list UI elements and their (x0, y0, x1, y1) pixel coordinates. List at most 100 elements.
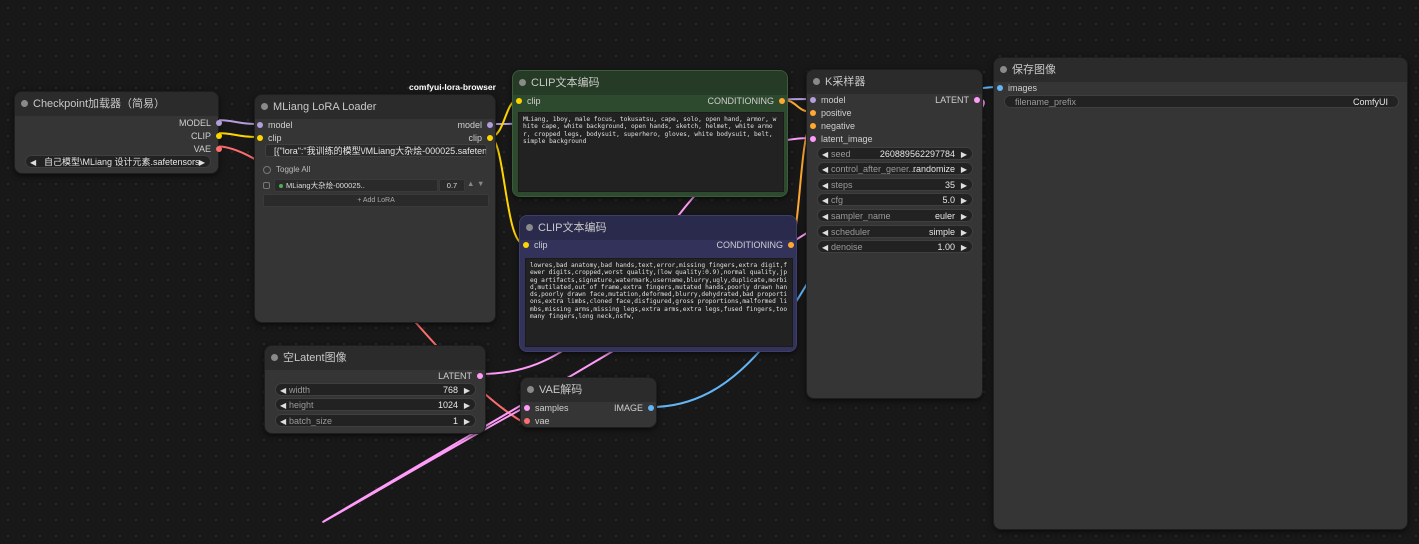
chevron-left-icon[interactable]: ◀ (822, 210, 828, 221)
chevron-right-icon[interactable]: ▶ (199, 156, 205, 167)
chevron-right-icon[interactable]: ▶ (464, 384, 470, 395)
samples-input[interactable]: samples (524, 402, 569, 414)
latent-image-input[interactable]: latent_image (810, 133, 873, 145)
chevron-left-icon[interactable]: ◀ (822, 163, 828, 174)
clip-input[interactable]: clip (516, 95, 541, 107)
images-input[interactable]: images (997, 82, 1037, 94)
height-widget[interactable]: ◀ height 1024 ▶ (275, 398, 476, 411)
input-pin-icon[interactable] (997, 85, 1003, 91)
conditioning-output[interactable]: CONDITIONING (708, 95, 785, 107)
strength-increase-icon[interactable]: ▲ (467, 179, 474, 188)
model-input[interactable]: model (257, 119, 293, 131)
model-output[interactable]: MODEL (179, 117, 222, 129)
output-pin-icon[interactable] (216, 146, 222, 152)
lora-item-row[interactable]: MLiang大杂烩-000025.. 0.7 ▲ ▼ (263, 179, 489, 192)
lora-json-field[interactable]: [{"lora":"我训练的模型\/MLiang大杂烩-000025.safet… (265, 144, 487, 157)
collapse-dot-icon[interactable] (1000, 66, 1007, 73)
steps-widget[interactable]: ◀ steps 35 ▶ (817, 178, 973, 191)
negative-input[interactable]: negative (810, 120, 855, 132)
output-pin-icon[interactable] (477, 373, 483, 379)
model-input[interactable]: model (810, 94, 846, 106)
lora-item-name-field[interactable]: MLiang大杂烩-000025.. (274, 179, 438, 192)
output-pin-icon[interactable] (487, 122, 493, 128)
input-pin-icon[interactable] (523, 242, 529, 248)
lora-loader-node[interactable]: MLiang LoRA Loader model clip model clip… (254, 94, 496, 323)
collapse-dot-icon[interactable] (21, 100, 28, 107)
positive-prompt-textarea[interactable]: MLiang, 1boy, male focus, tokusatsu, cap… (518, 112, 784, 192)
input-pin-icon[interactable] (257, 122, 263, 128)
sampler-name-widget[interactable]: ◀ sampler_name euler ▶ (817, 209, 973, 222)
negative-prompt-textarea[interactable]: lowres,bad anatomy,bad hands,text,error,… (525, 258, 793, 347)
input-pin-icon[interactable] (524, 418, 530, 424)
input-pin-icon[interactable] (810, 123, 816, 129)
control-after-generate-widget[interactable]: ◀ control_after_gener... randomize ▶ (817, 162, 973, 175)
chevron-right-icon[interactable]: ▶ (961, 179, 967, 190)
output-pin-icon[interactable] (216, 133, 222, 139)
chevron-left-icon[interactable]: ◀ (822, 179, 828, 190)
collapse-dot-icon[interactable] (519, 79, 526, 86)
denoise-widget[interactable]: ◀ denoise 1.00 ▶ (817, 240, 973, 253)
chevron-right-icon[interactable]: ▶ (961, 210, 967, 221)
chevron-left-icon[interactable]: ◀ (822, 226, 828, 237)
vae-output[interactable]: VAE (194, 143, 222, 155)
chevron-right-icon[interactable]: ▶ (961, 226, 967, 237)
conditioning-output[interactable]: CONDITIONING (717, 239, 794, 251)
scheduler-widget[interactable]: ◀ scheduler simple ▶ (817, 225, 973, 238)
chevron-right-icon[interactable]: ▶ (961, 241, 967, 252)
input-pin-icon[interactable] (810, 110, 816, 116)
ckpt-name-combo[interactable]: ◀ 自己模型\MLiang 设计元素.safetensors ▶ (25, 155, 211, 168)
checkpoint-loader-title[interactable]: Checkpoint加载器（简易） (15, 92, 218, 116)
input-pin-icon[interactable] (524, 405, 530, 411)
chevron-left-icon[interactable]: ◀ (280, 415, 286, 426)
input-pin-icon[interactable] (516, 98, 522, 104)
checkpoint-loader-node[interactable]: Checkpoint加载器（简易） MODEL CLIP VAE ◀ 自己模型\… (14, 91, 222, 174)
collapse-dot-icon[interactable] (526, 224, 533, 231)
latent-output[interactable]: LATENT (438, 370, 483, 382)
empty-latent-node[interactable]: 空Latent图像 LATENT ◀ width 768 ▶ ◀ height 1024 ▶… (264, 345, 486, 434)
batch-size-widget[interactable]: ◀ batch_size 1 ▶ (275, 414, 476, 427)
toggle-all-row[interactable]: Toggle All (263, 165, 310, 174)
lora-item-checkbox-icon[interactable] (263, 182, 270, 189)
collapse-dot-icon[interactable] (261, 103, 268, 110)
ksampler-node[interactable]: K采样器 model positive negative latent_imag… (806, 69, 983, 399)
save-image-node[interactable]: 保存图像 images filename_prefix ComfyUI (993, 57, 1408, 530)
collapse-dot-icon[interactable] (813, 78, 820, 85)
vae-input[interactable]: vae (524, 415, 550, 427)
save-image-title[interactable]: 保存图像 (994, 58, 1407, 82)
lora-strength-field[interactable]: 0.7 (439, 179, 465, 192)
output-pin-icon[interactable] (216, 120, 222, 126)
add-lora-button[interactable]: + Add LoRA (263, 194, 489, 207)
output-pin-icon[interactable] (779, 98, 785, 104)
cfg-widget[interactable]: ◀ cfg 5.0 ▶ (817, 193, 973, 206)
width-widget[interactable]: ◀ width 768 ▶ (275, 383, 476, 396)
vae-decode-node[interactable]: VAE解码 samples vae IMAGE (520, 377, 657, 428)
input-pin-icon[interactable] (257, 135, 263, 141)
seed-widget[interactable]: ◀ seed 260889562297784 ▶ (817, 147, 973, 160)
chevron-left-icon[interactable]: ◀ (822, 194, 828, 205)
chevron-right-icon[interactable]: ▶ (961, 194, 967, 205)
chevron-right-icon[interactable]: ▶ (961, 148, 967, 159)
clip-input[interactable]: clip (257, 132, 282, 144)
output-pin-icon[interactable] (487, 135, 493, 141)
output-pin-icon[interactable] (648, 405, 654, 411)
collapse-dot-icon[interactable] (527, 386, 534, 393)
vae-decode-title[interactable]: VAE解码 (521, 378, 656, 402)
chevron-left-icon[interactable]: ◀ (822, 241, 828, 252)
negative-clip-title[interactable]: CLIP文本编码 (520, 216, 796, 240)
input-pin-icon[interactable] (810, 136, 816, 142)
collapse-dot-icon[interactable] (271, 354, 278, 361)
positive-clip-title[interactable]: CLIP文本编码 (513, 71, 787, 95)
chevron-left-icon[interactable]: ◀ (280, 399, 286, 410)
empty-latent-title[interactable]: 空Latent图像 (265, 346, 485, 370)
positive-clip-encode-node[interactable]: CLIP文本编码 clip CONDITIONING MLiang, 1boy,… (512, 70, 788, 197)
chevron-left-icon[interactable]: ◀ (822, 148, 828, 159)
chevron-left-icon[interactable]: ◀ (280, 384, 286, 395)
latent-output[interactable]: LATENT (935, 94, 980, 106)
lora-loader-title[interactable]: MLiang LoRA Loader (255, 95, 495, 119)
input-pin-icon[interactable] (810, 97, 816, 103)
chevron-right-icon[interactable]: ▶ (464, 399, 470, 410)
strength-decrease-icon[interactable]: ▼ (477, 179, 484, 188)
image-output[interactable]: IMAGE (614, 402, 654, 414)
chevron-right-icon[interactable]: ▶ (961, 163, 967, 174)
chevron-left-icon[interactable]: ◀ (30, 156, 36, 167)
